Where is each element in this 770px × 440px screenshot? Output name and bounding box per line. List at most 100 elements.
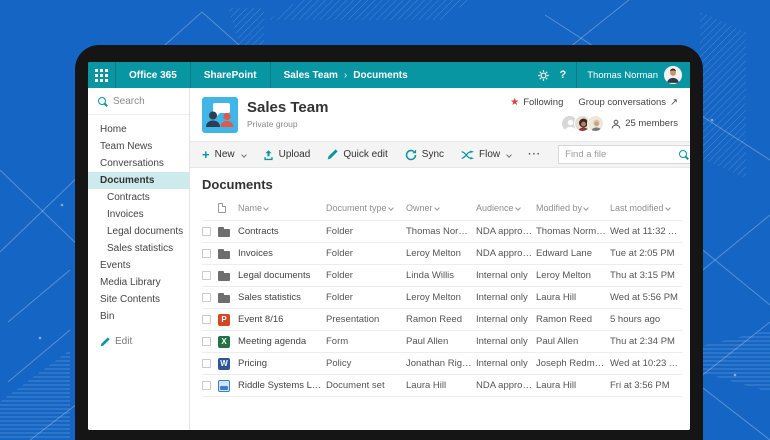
sidebar-item-invoices[interactable]: Invoices — [88, 206, 189, 223]
table-row[interactable]: Meeting agenda Form Paul Allen Internal … — [202, 330, 682, 352]
row-checkbox[interactable] — [202, 337, 211, 346]
chevron-down-icon — [506, 152, 512, 158]
user-avatar — [664, 66, 682, 84]
sync-button[interactable]: Sync — [405, 149, 444, 161]
site-titles: Sales Team Private group — [247, 97, 328, 129]
column-header-modified-by[interactable]: Modified by — [536, 203, 610, 213]
row-checkbox[interactable] — [202, 359, 211, 368]
cell-name[interactable]: Event 8/16 — [238, 314, 326, 325]
app-launcher-button[interactable] — [88, 62, 116, 88]
plus-icon: + — [202, 148, 210, 161]
sidebar-item-team-news[interactable]: Team News — [88, 138, 189, 155]
pencil-icon — [327, 149, 338, 160]
user-name: Thomas Norman — [587, 70, 658, 81]
sidebar-item-bin[interactable]: Bin — [88, 308, 189, 325]
following-button[interactable]: ★ Following — [510, 97, 563, 108]
column-header-document-type[interactable]: Document type — [326, 203, 406, 213]
sidebar-item-conversations[interactable]: Conversations — [88, 155, 189, 172]
table-row[interactable]: Riddle Systems LLC Document set Laura Hi… — [202, 374, 682, 396]
column-header-name[interactable]: Name — [238, 203, 326, 213]
member-avatar-3[interactable] — [587, 115, 604, 132]
sidebar-item-sales-statistics[interactable]: Sales statistics — [88, 240, 189, 257]
sidebar-item-contracts[interactable]: Contracts — [88, 189, 189, 206]
sidebar-item-documents[interactable]: Documents — [88, 172, 189, 189]
breadcrumb-page[interactable]: Documents — [353, 70, 407, 81]
group-conversations-link[interactable]: Group conversations ↗ — [578, 97, 678, 108]
settings-gear-icon[interactable] — [537, 69, 550, 82]
cell-modified-by: Joseph Redmond — [536, 358, 610, 369]
group-privacy-label: Private group — [247, 119, 328, 129]
flow-button[interactable]: Flow — [461, 149, 511, 160]
row-checkbox[interactable] — [202, 271, 211, 280]
row-checkbox[interactable] — [202, 227, 211, 236]
word-icon — [218, 358, 230, 370]
site-header: Sales Team Private group ★ Following Gro… — [190, 88, 690, 141]
sort-caret-icon — [388, 205, 394, 211]
find-a-file-box[interactable] — [558, 145, 690, 164]
group-logo[interactable] — [202, 97, 238, 133]
cell-last-modified: Wed at 10:23 AM — [610, 358, 682, 369]
table-row[interactable]: Legal documents Folder Linda Willis Inte… — [202, 264, 682, 286]
person-icon — [611, 119, 621, 129]
brand-sharepoint[interactable]: SharePoint — [191, 62, 271, 88]
cell-owner: Paul Allen — [406, 336, 476, 347]
cell-last-modified: Thu at 2:34 PM — [610, 336, 682, 347]
cell-last-modified: 5 hours ago — [610, 314, 682, 325]
cell-owner: Thomas Norman — [406, 226, 476, 237]
cell-name[interactable]: Riddle Systems LLC — [238, 380, 326, 391]
breadcrumb-site[interactable]: Sales Team — [284, 70, 338, 81]
more-commands-button[interactable]: ··· — [528, 149, 541, 160]
sidebar-search-input[interactable] — [113, 96, 179, 107]
sidebar-item-events[interactable]: Events — [88, 257, 189, 274]
documents-section: Documents Name Document type Owner — [190, 168, 690, 430]
office-suite-bar: Office 365 SharePoint Sales Team › Docum… — [88, 62, 690, 88]
star-icon: ★ — [510, 98, 519, 108]
cell-name[interactable]: Sales statistics — [238, 292, 326, 303]
find-a-file-input[interactable] — [565, 149, 679, 160]
external-arrow-icon: ↗ — [670, 97, 678, 108]
row-checkbox[interactable] — [202, 293, 211, 302]
table-row[interactable]: Event 8/16 Presentation Ramon Reed Inter… — [202, 308, 682, 330]
user-menu[interactable]: Thomas Norman — [576, 62, 682, 88]
quick-edit-button[interactable]: Quick edit — [327, 149, 387, 160]
sidebar-item-legal-documents[interactable]: Legal documents — [88, 223, 189, 240]
document-page-icon — [218, 203, 226, 213]
cell-name[interactable]: Legal documents — [238, 270, 326, 281]
cell-modified-by: Laura Hill — [536, 380, 610, 391]
table-row[interactable]: Pricing Policy Jonathan Riggs Internal o… — [202, 352, 682, 374]
table-row[interactable]: Invoices Folder Leroy Melton NDA approve… — [202, 242, 682, 264]
documents-table: Contracts Folder Thomas Norman NDA appro… — [202, 220, 682, 397]
edit-label: Edit — [115, 336, 132, 347]
new-button[interactable]: + New — [202, 148, 246, 161]
cell-name[interactable]: Contracts — [238, 226, 326, 237]
cell-modified-by: Paul Allen — [536, 336, 610, 347]
column-header-audience[interactable]: Audience — [476, 203, 536, 213]
row-checkbox[interactable] — [202, 315, 211, 324]
powerpoint-icon — [218, 314, 230, 326]
members-link[interactable]: 25 members — [611, 118, 678, 129]
edit-navigation-button[interactable]: Edit — [88, 333, 189, 350]
cell-name[interactable]: Invoices — [238, 248, 326, 259]
row-checkbox[interactable] — [202, 249, 211, 258]
sync-icon — [405, 149, 417, 161]
column-header-last-modified[interactable]: Last modified — [610, 203, 682, 213]
sidebar-item-site-contents[interactable]: Site Contents — [88, 291, 189, 308]
brand-office365[interactable]: Office 365 — [116, 62, 191, 88]
upload-icon — [263, 149, 274, 161]
row-checkbox[interactable] — [202, 381, 211, 390]
table-row[interactable]: Sales statistics Folder Leroy Melton Int… — [202, 286, 682, 308]
sidebar-search[interactable] — [88, 88, 189, 115]
sync-label: Sync — [422, 149, 444, 160]
cell-name[interactable]: Meeting agenda — [238, 336, 326, 347]
cell-owner: Jonathan Riggs — [406, 358, 476, 369]
cell-modified-by: Ramon Reed — [536, 314, 610, 325]
table-row[interactable]: Contracts Folder Thomas Norman NDA appro… — [202, 220, 682, 242]
upload-button[interactable]: Upload — [263, 149, 311, 161]
help-button[interactable]: ? — [560, 69, 567, 81]
tablet-device-frame: Office 365 SharePoint Sales Team › Docum… — [75, 45, 703, 440]
member-avatars — [561, 115, 604, 132]
sidebar-item-home[interactable]: Home — [88, 121, 189, 138]
column-header-owner[interactable]: Owner — [406, 203, 476, 213]
sidebar-item-media-library[interactable]: Media Library — [88, 274, 189, 291]
cell-name[interactable]: Pricing — [238, 358, 326, 369]
